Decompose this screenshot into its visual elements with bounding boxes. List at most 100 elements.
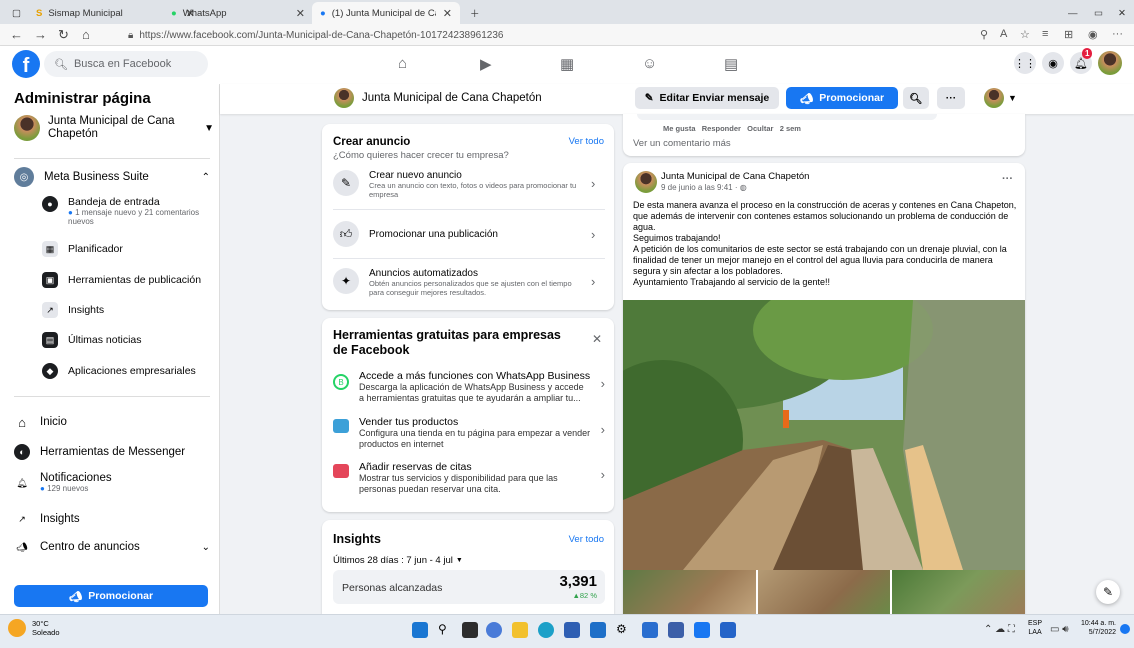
mail-icon[interactable] [590,622,606,638]
search-icon[interactable]: ⚲ [438,622,454,638]
promote-post-row[interactable]: 👍︎ Promocionar una publicación › [333,221,605,247]
messenger-icon[interactable]: ◉ [1042,52,1064,74]
favorite-icon[interactable]: ☆ [1020,28,1030,41]
sidebar-item-label: Herramientas de publicación [68,274,202,286]
date-range-selector[interactable]: Últimos 28 días : 7 jun - 4 jul ▼ [333,555,463,566]
sidebar-item-insights-sub[interactable]: ↗ Insights [42,302,104,318]
photo-thumbnail[interactable] [892,570,1026,614]
search-page-button[interactable]: 🔍︎ [903,87,929,109]
start-icon[interactable] [412,622,428,638]
sidebar-item-home[interactable]: ⌂ Inicio [14,414,67,430]
more-options-button[interactable]: ··· [937,87,965,109]
collections-icon[interactable]: ⊞ [1064,28,1073,41]
post-text-line: finalidad de tener un mejor manejo en el… [633,255,993,265]
search-input[interactable]: 🔍︎ Busca en Facebook [44,51,208,77]
tab-whatsapp[interactable]: ● WhatsApp ✕ [163,2,313,24]
appointments-row[interactable]: Añadir reservas de citas Mostrar tus ser… [333,461,605,495]
app-icon[interactable] [720,622,736,638]
home-icon[interactable]: ⌂ [82,27,90,42]
sidebar-item-label: Inicio [40,416,67,428]
close-icon[interactable]: ✕ [296,7,305,20]
key-icon[interactable]: ⚲ [980,28,988,41]
settings-menu-icon[interactable]: ··· [1112,28,1123,40]
tab-actions-icon[interactable]: ▢ [4,2,21,24]
page-header-identity[interactable]: Junta Municipal de Cana Chapetón [334,88,542,108]
photo-thumbnail[interactable] [757,570,891,614]
publishing-tools-icon: ▣ [42,272,58,288]
clock[interactable]: 10:44 a. m. 5/7/2022 [1078,619,1116,637]
sidebar-item-latest-news[interactable]: ▤ Últimas noticias [42,332,142,348]
favorites-icon[interactable]: ≡ [1042,28,1048,40]
post-author-avatar[interactable] [635,171,657,193]
page-switcher[interactable]: Junta Municipal de Cana Chapetón ▼ [14,115,214,141]
new-message-icon[interactable]: ✎ [1096,580,1120,604]
chat-icon[interactable] [486,622,502,638]
photo-thumbnail[interactable] [623,570,756,614]
sound-network-icons[interactable]: ▭ 🔊︎ [1050,624,1069,635]
sidebar-item-business-apps[interactable]: ◆ Aplicaciones empresariales [42,363,196,379]
sidebar-item-inbox[interactable]: ● Bandeja de entrada ● 1 mensaje nuevo y… [42,196,208,226]
comment-actions[interactable]: Me gusta Responder Ocultar 2 sem [663,124,801,133]
weather-widget[interactable]: 30°C Soleado [8,619,60,637]
create-new-ad-row[interactable]: ✎ Crear nuevo anuncio Crea un anuncio co… [333,170,605,199]
sidebar-item-label: Bandeja de entrada [68,196,160,208]
search-icon: 🔍︎ [54,58,68,71]
url-field[interactable]: 🔒︎ https://www.facebook.com/Junta-Munici… [120,26,960,44]
back-icon[interactable]: ← [10,27,23,42]
promote-button[interactable]: 📣︎ Promocionar [14,585,208,607]
post-photo[interactable] [623,300,1025,570]
post-timestamp[interactable]: 9 de junio a las 9:41 · ◍ [661,183,747,192]
post-author-name[interactable]: Junta Municipal de Cana Chapetón [661,171,809,182]
sidebar-item-ad-center[interactable]: 📣︎ Centro de anuncios ⌄ [14,539,210,555]
edge-icon[interactable] [538,622,554,638]
account-avatar[interactable] [1098,51,1122,75]
facebook-logo-icon[interactable]: f [12,50,40,78]
system-tray-icons[interactable]: ⌃ ☁ ⛶ [984,624,1015,635]
new-tab-icon[interactable]: ＋ [462,2,488,24]
close-icon[interactable]: ✕ [592,332,602,346]
meta-business-suite[interactable]: ◎ Meta Business Suite ⌃ [14,167,210,187]
facebook-taskbar-icon[interactable] [694,622,710,638]
gaming-nav-icon[interactable]: ▤ [724,55,738,73]
app-icon[interactable] [668,622,684,638]
notification-center-icon[interactable] [1120,624,1130,634]
sidebar-item-planner[interactable]: ▦ Planificador [42,241,123,257]
sidebar-item-publishing-tools[interactable]: ▣ Herramientas de publicación [42,272,201,288]
menu-grid-icon[interactable]: ⋮⋮ [1014,52,1036,74]
whatsapp-business-row[interactable]: B Accede a más funciones con WhatsApp Bu… [333,370,605,404]
reach-metric-box[interactable]: Personas alcanzadas 3,391 ▲82 % [333,570,605,604]
task-view-icon[interactable] [462,622,478,638]
language-indicator[interactable]: ESP LAA [1028,619,1042,637]
reload-icon[interactable]: ↻ [58,27,69,43]
metric-label: Personas alcanzadas [342,582,443,594]
news-icon: ▤ [42,332,58,348]
word-icon[interactable] [642,622,658,638]
post-options-icon[interactable]: ··· [1002,173,1013,185]
settings-icon[interactable]: ⚙ [616,622,632,638]
actor-switcher[interactable]: ▼ [984,88,1017,108]
tab-facebook[interactable]: ● (1) Junta Municipal de Cana Cha ✕ [312,2,460,24]
sidebar-item-insights[interactable]: ↗ Insights [14,511,79,527]
marketplace-nav-icon[interactable]: ▦ [560,55,574,73]
edit-send-message-button[interactable]: ✎ Editar Enviar mensaje [635,87,779,109]
close-icon[interactable]: ✕ [443,7,452,20]
header-promote-button[interactable]: 📣︎ Promocionar [786,87,898,109]
watch-nav-icon[interactable]: ▶ [480,55,492,73]
sidebar-item-messenger-tools[interactable]: ◐ Herramientas de Messenger [14,444,185,460]
groups-nav-icon[interactable]: ☺ [642,55,657,72]
restore-icon[interactable]: ▭ [1086,2,1111,24]
sidebar-item-notifications[interactable]: 🔔︎ Notificaciones ● 129 nuevos [14,472,111,493]
store-icon[interactable] [564,622,580,638]
close-window-icon[interactable]: ✕ [1110,2,1134,24]
automated-ads-row[interactable]: ✦ Anuncios automatizados Obtén anuncios … [333,268,605,297]
read-aloud-icon[interactable]: A [1000,28,1007,40]
profile-icon[interactable]: ◉ [1088,28,1098,41]
minimize-icon[interactable]: — [1060,2,1086,24]
see-all-link[interactable]: Ver todo [569,534,604,545]
view-more-comments-link[interactable]: Ver un comentario más [633,138,731,149]
see-all-link[interactable]: Ver todo [569,136,604,147]
sell-products-row[interactable]: Vender tus productos Configura una tiend… [333,416,605,450]
home-nav-icon[interactable]: ⌂ [398,55,407,72]
forward-icon[interactable]: → [34,27,47,42]
file-explorer-icon[interactable] [512,622,528,638]
